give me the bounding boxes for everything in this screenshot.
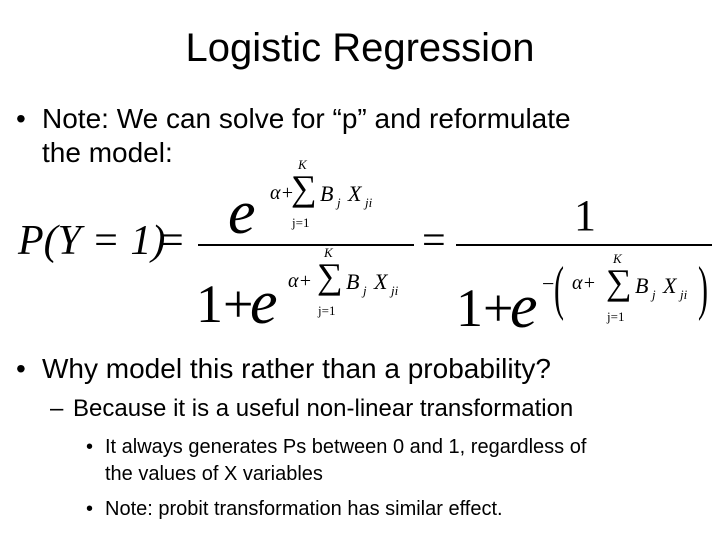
subsub-bullet-2-line1: Note: probit transformation has similar …	[105, 498, 503, 520]
formula-B-sub: j	[652, 287, 656, 302]
formula-X-sub: ji	[365, 195, 373, 210]
subsub-bullet-1-line1: It always generates Ps between 0 and 1, …	[105, 436, 587, 458]
formula-e-denominator: e	[510, 273, 538, 341]
formula-lhs: P(Y = 1)	[18, 218, 166, 264]
formula-sum-lower: j=1	[292, 215, 310, 230]
fraction-line-1	[198, 244, 414, 246]
formula-B-sub: j	[337, 195, 341, 210]
formula-X: X	[374, 269, 388, 294]
formula-alpha-plus: α+	[288, 270, 312, 292]
bullet-marker: •	[16, 353, 26, 384]
formula-one-plus-denominator: 1+	[196, 274, 254, 334]
fraction-line-2	[456, 244, 712, 246]
formula-sigma: ∑	[606, 262, 632, 302]
bullet-1-line2: the model:	[42, 137, 173, 168]
formula-X: X	[663, 273, 677, 298]
bullet-1-line1: Note: We can solve for “p” and reformula…	[42, 103, 571, 134]
formula-B: B	[635, 273, 649, 298]
formula-X-sub: ji	[391, 283, 399, 298]
formula-sigma: ∑	[291, 168, 317, 208]
formula-sum-lower: j=1	[318, 303, 336, 318]
bullet-marker: •	[16, 103, 26, 134]
subsub-bullet-1-line2: the values of X variables	[105, 463, 323, 485]
formula-sum-lower: j=1	[607, 309, 625, 324]
formula-equals-2: =	[422, 218, 446, 264]
formula-alpha-plus: α+	[572, 272, 596, 294]
formula-left-paren: (	[554, 255, 564, 321]
formula-one-plus-denominator: 1+	[456, 278, 514, 338]
subsub-bullet-marker: •	[86, 498, 94, 520]
formula-X: X	[348, 181, 362, 206]
formula-sigma: ∑	[317, 256, 343, 296]
formula-e-denominator: e	[250, 269, 278, 337]
formula-B-sub: j	[363, 283, 367, 298]
sub-bullet-text: Because it is a useful non-linear transf…	[73, 395, 574, 422]
formula-equals-1: =	[160, 218, 184, 264]
formula-minus: −	[542, 271, 555, 296]
formula-B: B	[320, 181, 334, 206]
formula-right-paren: )	[698, 255, 708, 321]
sub-bullet-marker: –	[50, 395, 64, 422]
formula-e-numerator: e	[228, 179, 256, 247]
formula-one-numerator: 1	[574, 191, 596, 240]
formula-B: B	[346, 269, 360, 294]
subsub-bullet-marker: •	[86, 436, 94, 458]
slide-title: Logistic Regression	[185, 26, 535, 70]
bullet-2-text: Why model this rather than a probability…	[42, 353, 551, 384]
formula-X-sub: ji	[680, 287, 688, 302]
